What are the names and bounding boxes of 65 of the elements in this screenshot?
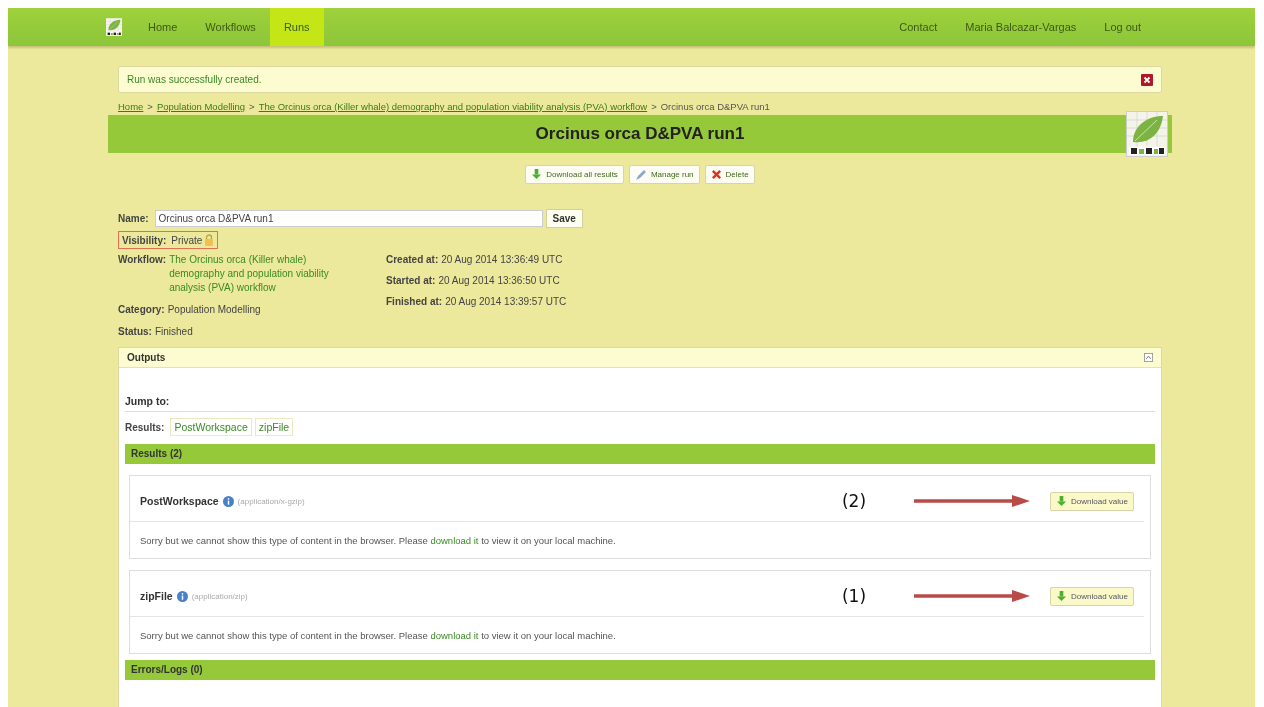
save-button[interactable]: Save (545, 209, 583, 228)
action-button[interactable]: Download all results (525, 165, 624, 184)
detail-value: 20 Aug 2014 13:36:49 UTC (441, 254, 563, 265)
detail-label: Status: (118, 325, 152, 339)
breadcrumb-separator: > (147, 101, 153, 112)
info-icon (176, 590, 188, 602)
collapse-icon (1144, 353, 1153, 362)
download-link[interactable]: download it (430, 535, 479, 546)
detail-label: Category: (118, 303, 165, 317)
result-name: PostWorkspace (140, 495, 219, 507)
nav-link[interactable]: Log out (1090, 8, 1155, 46)
result-type: (application/zip) (191, 591, 248, 601)
result-type: (application/x-gzip) (237, 496, 305, 506)
detail-label: Started at: (386, 275, 436, 286)
visibility-value: Private (171, 234, 203, 246)
action-button[interactable]: Manage run (628, 165, 700, 184)
nav-link[interactable]: Maria Balcazar-Vargas (951, 8, 1091, 46)
lock-icon (204, 234, 215, 246)
detail-label: Finished at: (386, 296, 443, 307)
alert-message: Run was successfully created. (127, 74, 263, 85)
download-icon (1056, 495, 1068, 507)
info-icon (222, 495, 234, 507)
download-icon (1056, 590, 1068, 602)
nav-link[interactable]: Contact (885, 8, 952, 46)
action-button[interactable]: Delete (704, 165, 755, 184)
message-text: Sorry but we cannot show this type of content in the browser. Please download it to view it on your local machine. (139, 534, 617, 548)
breadcrumb-separator: > (651, 101, 657, 112)
download-value-button[interactable]: Download value (1050, 491, 1134, 511)
jump-link[interactable]: zipFile (254, 418, 294, 436)
result-name: zipFile (140, 590, 173, 602)
download-icon (531, 169, 543, 180)
annotation-label: (1) (841, 586, 867, 606)
breadcrumb-link[interactable]: Home (118, 101, 144, 112)
breadcrumb-separator: > (249, 101, 255, 112)
page-title: Orcinus orca D&PVA run1 (535, 124, 745, 144)
detail-label: Workflow: (118, 253, 167, 267)
nav-link[interactable]: Runs (269, 8, 324, 46)
detail-value: 20 Aug 2014 13:39:57 UTC (445, 296, 567, 307)
annotation-label: (2) (841, 491, 867, 511)
detail-value: Population Modelling (167, 303, 261, 317)
pencil-icon (634, 168, 647, 181)
logo-icon (1126, 111, 1168, 157)
name-label: Name: (118, 213, 149, 224)
workflow-link[interactable]: The Orcinus orca (Killer whale) demography and population viability analysis (PVA) workflow (169, 253, 355, 295)
section-header: Results (2) (125, 444, 1155, 464)
nav-link[interactable]: Home (134, 8, 192, 46)
breadcrumb-link[interactable]: The Orcinus orca (Killer whale) demography and population viability analysis (PVA) workflow (258, 101, 648, 112)
close-icon (1141, 73, 1153, 86)
nav-link[interactable]: Workflows (191, 8, 270, 46)
results-label: Results: (125, 421, 165, 433)
delete-icon (710, 169, 722, 180)
download-value-button[interactable]: Download value (1050, 586, 1134, 606)
detail-value: Finished (154, 325, 193, 339)
visibility-label: Visibility: (122, 234, 167, 246)
jump-link[interactable]: PostWorkspace (170, 418, 252, 436)
panel-title: Outputs (127, 352, 166, 363)
name-field[interactable]: Orcinus orca D&PVA run1 (154, 210, 543, 227)
breadcrumb-current: Orcinus orca D&PVA run1 (660, 101, 770, 112)
breadcrumb-link[interactable]: Population Modelling (156, 101, 246, 112)
jump-heading: Jump to: (125, 368, 1155, 412)
detail-value: 20 Aug 2014 13:36:50 UTC (438, 275, 560, 286)
detail-label: Created at: (386, 254, 439, 265)
section-header: Errors/Logs (0) (125, 660, 1155, 680)
download-link[interactable]: download it (430, 630, 479, 641)
message-text: Sorry but we cannot show this type of content in the browser. Please download it to view it on your local machine. (139, 629, 617, 643)
